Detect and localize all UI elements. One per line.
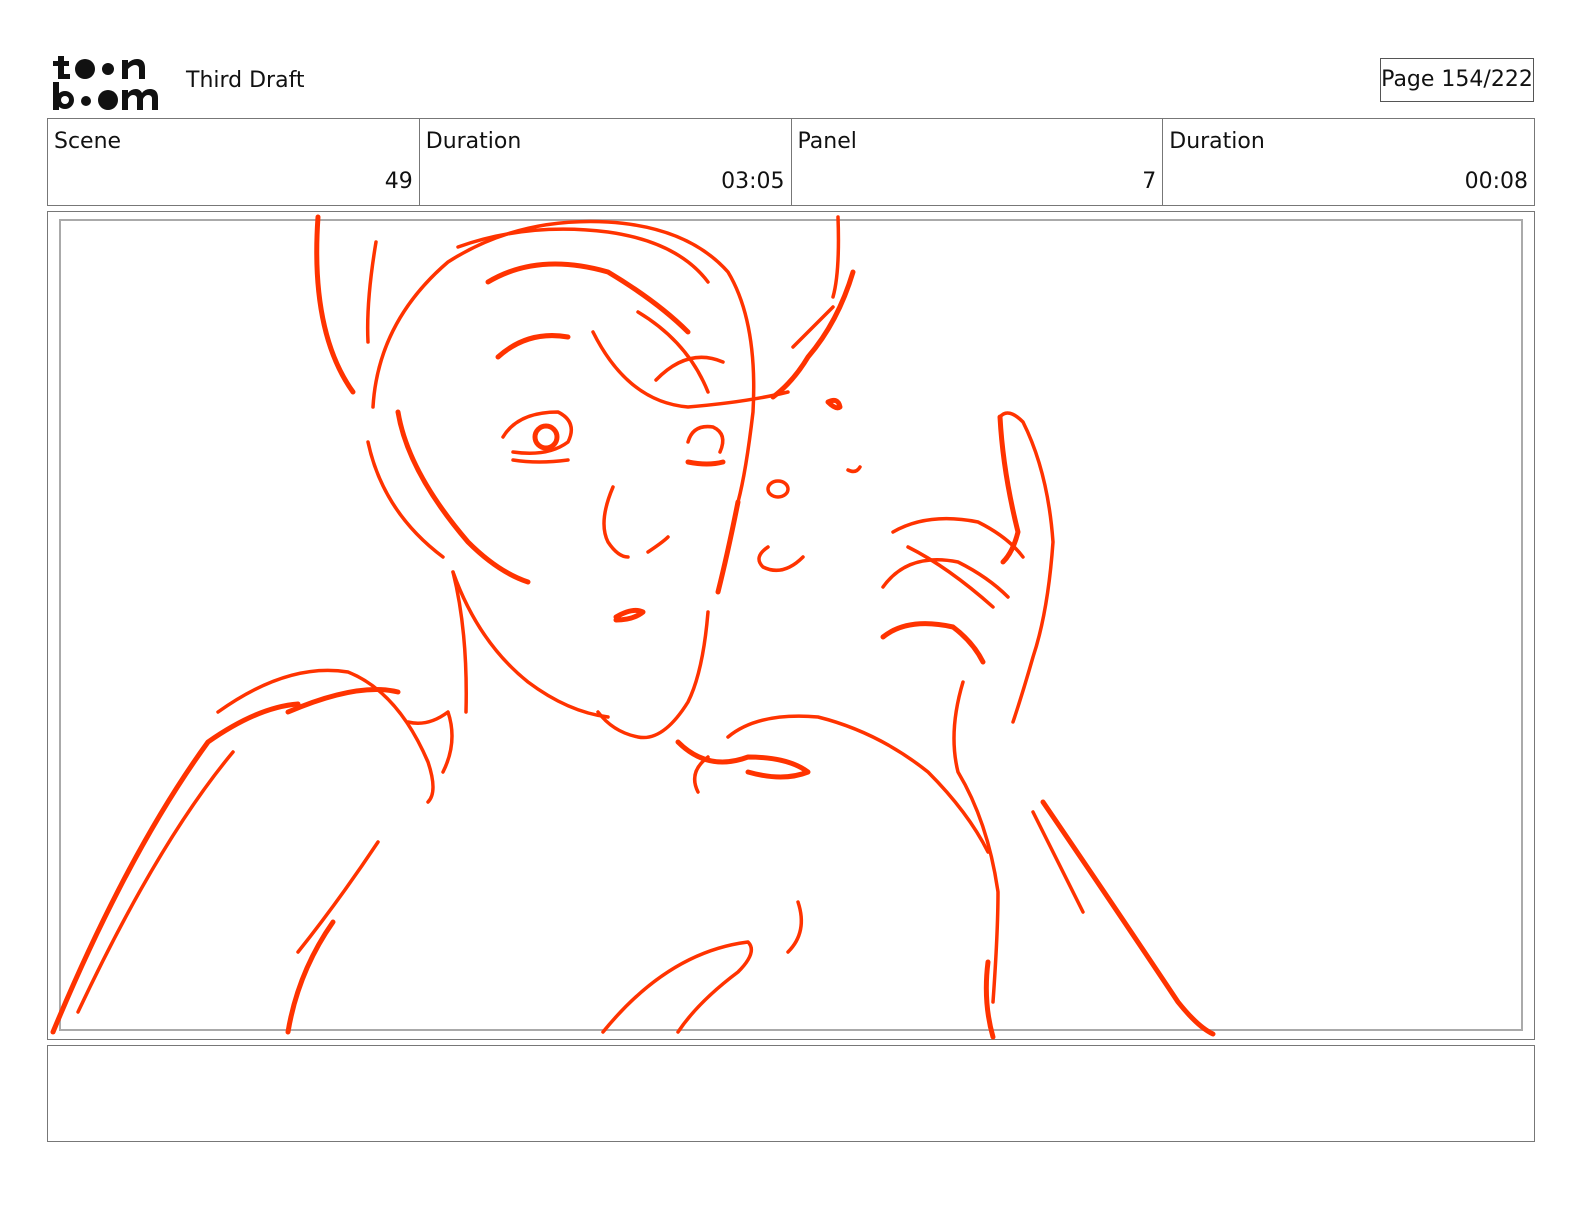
sketch-stroke	[786, 900, 804, 954]
panel-notes-area[interactable]	[47, 1045, 1535, 1142]
sketch-stroke	[296, 840, 380, 954]
sketch-stroke	[216, 668, 435, 804]
page-indicator: Page 154/222	[1380, 58, 1534, 102]
sketch-stroke	[685, 459, 726, 467]
panel-duration-value: 00:08	[1464, 169, 1528, 194]
sketch-stroke	[591, 330, 790, 409]
panel-duration-cell: Duration 00:08	[1163, 119, 1534, 205]
panel-info-table: Scene 49 Duration 03:05 Panel 7 Duration…	[47, 118, 1535, 206]
sketch-stroke	[636, 310, 710, 394]
sketch-stroke	[366, 440, 445, 559]
sketch-stroke	[511, 458, 570, 464]
sketch-stroke	[451, 570, 610, 719]
storyboard-panel-frame	[47, 211, 1535, 1040]
panel-cell: Panel 7	[792, 119, 1164, 205]
panel-duration-label: Duration	[1169, 129, 1265, 154]
sketch-stroke	[602, 485, 630, 559]
sketch-stroke	[456, 227, 710, 284]
sketch-stroke	[766, 479, 790, 499]
sketch-stroke	[998, 411, 1055, 724]
sketch-stroke	[757, 545, 805, 573]
sketch-stroke	[831, 215, 841, 299]
sketch-stroke	[770, 269, 856, 400]
scene-value: 49	[384, 169, 413, 194]
scene-label: Scene	[54, 129, 122, 154]
sketch-stroke	[715, 499, 741, 595]
scene-duration-cell: Duration 03:05	[420, 119, 792, 205]
storyboard-sketch	[50, 214, 1216, 1040]
scene-cell: Scene 49	[48, 119, 420, 205]
sketch-stroke	[1040, 799, 1216, 1037]
sketch-stroke	[601, 940, 754, 1034]
scene-duration-value: 03:05	[721, 169, 785, 194]
sketch-stroke	[952, 680, 1000, 1004]
sketch-stroke	[846, 465, 862, 474]
panel-label: Panel	[797, 129, 857, 154]
sketch-stroke	[532, 423, 560, 451]
sketch-stroke	[613, 607, 646, 623]
sketch-stroke	[825, 397, 843, 411]
sketch-stroke	[395, 409, 531, 585]
sketch-stroke	[596, 610, 710, 740]
sketch-stroke	[50, 701, 301, 1035]
sketch-stroke	[646, 535, 670, 554]
sketch-stroke	[76, 750, 235, 1014]
scene-duration-label: Duration	[425, 129, 522, 154]
sketch-stroke	[726, 714, 990, 854]
sketch-stroke	[880, 621, 986, 665]
toon-boom-logo	[53, 56, 158, 110]
sketch-stroke	[692, 755, 710, 794]
sketch-stroke	[881, 558, 1010, 599]
sketch-stroke	[686, 424, 725, 454]
panel-value: 7	[1142, 169, 1157, 194]
sketch-stroke	[495, 333, 571, 360]
sketch-stroke	[314, 214, 356, 395]
document-title: Third Draft	[186, 68, 305, 93]
sketch-stroke	[365, 240, 378, 344]
sketch-stroke	[906, 545, 995, 609]
sketch-stroke	[485, 261, 691, 335]
